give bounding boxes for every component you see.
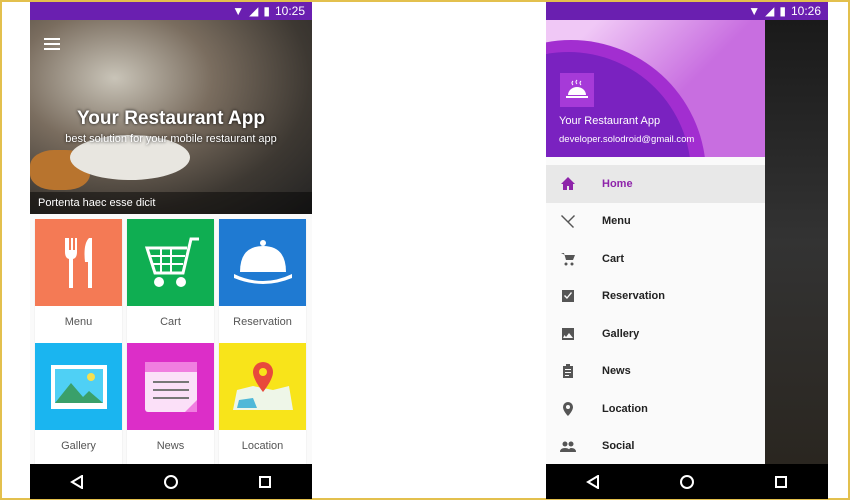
map-pin-icon xyxy=(232,361,293,410)
location-icon xyxy=(563,401,573,416)
tile-location[interactable]: Location xyxy=(219,343,306,467)
drawer-item-cart[interactable]: Cart xyxy=(546,240,765,278)
back-icon[interactable] xyxy=(585,474,600,489)
hamburger-menu-icon[interactable] xyxy=(44,38,60,50)
drawer-app-name: Your Restaurant App xyxy=(559,115,661,127)
hero-title: Your Restaurant App xyxy=(77,108,265,129)
home-icon xyxy=(561,176,575,190)
drawer-item-label: Social xyxy=(602,440,635,453)
checkbox-icon xyxy=(562,290,574,303)
drawer-item-label: Location xyxy=(602,402,648,415)
tile-label: Reservation xyxy=(233,316,292,328)
system-nav-bar xyxy=(546,464,828,499)
drawer-header: Your Restaurant App developer.solodroid@… xyxy=(546,20,765,157)
drawer-item-menu[interactable]: Menu xyxy=(546,203,765,241)
back-icon[interactable] xyxy=(69,474,84,489)
home-nav-icon[interactable] xyxy=(163,474,179,490)
status-time: 10:26 xyxy=(790,4,821,18)
hero-subtitle: best solution for your mobile restaurant… xyxy=(65,133,277,145)
drawer-email: developer.solodroid@gmail.com xyxy=(559,134,695,145)
drawer-item-gallery[interactable]: Gallery xyxy=(546,315,765,353)
slider-caption: Portenta haec esse dicit xyxy=(30,192,312,214)
service-bell-icon xyxy=(233,239,292,284)
drawer-item-label: Cart xyxy=(602,252,625,265)
wifi-icon: ▼ xyxy=(748,4,761,18)
people-icon xyxy=(560,441,576,453)
drawer-item-location[interactable]: Location xyxy=(546,390,765,428)
fork-knife-icon xyxy=(561,215,575,229)
drawer-item-label: Menu xyxy=(602,215,631,228)
signal-icon: ◢ xyxy=(249,4,259,18)
drawer-item-label: Reservation xyxy=(602,290,665,303)
notepad-icon xyxy=(144,361,197,412)
tile-menu[interactable]: Menu xyxy=(35,219,122,343)
tile-label: Menu xyxy=(64,316,93,328)
recents-icon[interactable] xyxy=(258,475,272,489)
drawer-item-label: News xyxy=(602,365,631,378)
tile-news[interactable]: News xyxy=(127,343,214,467)
image-icon xyxy=(50,364,107,409)
drawer-item-home[interactable]: Home xyxy=(546,165,765,203)
drawer-scrim[interactable] xyxy=(765,20,828,464)
hero-banner[interactable]: Your Restaurant App best solution for yo… xyxy=(30,20,312,214)
tile-label: Cart xyxy=(160,316,181,328)
tile-cart[interactable]: Cart xyxy=(127,219,214,343)
signal-icon: ◢ xyxy=(765,4,775,18)
app-logo xyxy=(560,73,594,107)
status-time: 10:25 xyxy=(274,4,305,18)
recents-icon[interactable] xyxy=(774,475,788,489)
cloche-icon xyxy=(566,79,588,98)
tile-label: News xyxy=(156,440,185,452)
drawer-item-label: Home xyxy=(602,177,633,190)
image-icon xyxy=(562,327,574,340)
battery-icon: ▮ xyxy=(263,4,270,18)
drawer-screen: ▼ ◢ ▮ 10:26 Your Restaurant App developer.… xyxy=(546,2,828,499)
drawer-item-social[interactable]: Social xyxy=(546,428,765,466)
drawer-item-news[interactable]: News xyxy=(546,353,765,391)
home-nav-icon[interactable] xyxy=(679,474,695,490)
cart-icon xyxy=(144,237,199,287)
tile-reservation[interactable]: Reservation xyxy=(219,219,306,343)
tile-gallery[interactable]: Gallery xyxy=(35,343,122,467)
status-bar: ▼ ◢ ▮ 10:25 xyxy=(30,2,312,20)
clipboard-icon xyxy=(563,364,573,379)
navigation-drawer: Your Restaurant App developer.solodroid@… xyxy=(546,20,765,464)
wifi-icon: ▼ xyxy=(232,4,245,18)
drawer-item-label: Gallery xyxy=(602,327,640,340)
tile-label: Location xyxy=(241,440,284,452)
status-bar: ▼ ◢ ▮ 10:26 xyxy=(546,2,828,20)
category-grid: Menu Cart Reservation Gallery News Locat… xyxy=(35,219,307,467)
home-screen: ▼ ◢ ▮ 10:25 Your Restaurant App best solut… xyxy=(30,2,312,499)
battery-icon: ▮ xyxy=(779,4,786,18)
fork-knife-icon xyxy=(64,237,92,288)
cart-icon xyxy=(561,252,575,266)
drawer-item-reservation[interactable]: Reservation xyxy=(546,278,765,316)
system-nav-bar xyxy=(30,464,312,499)
tile-label: Gallery xyxy=(61,440,96,452)
